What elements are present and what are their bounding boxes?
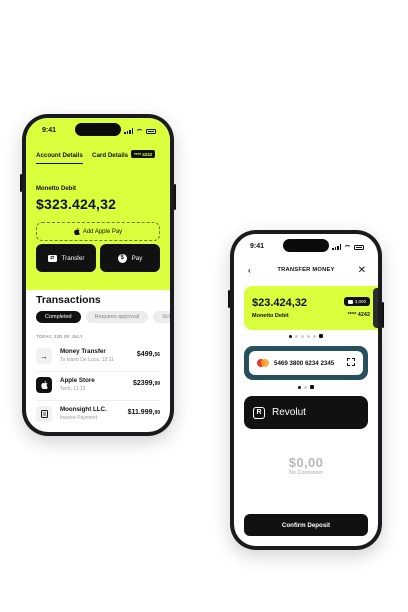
filter-scheduled[interactable]: Sch (153, 311, 170, 323)
mastercard-icon (257, 359, 269, 367)
add-apple-pay-button[interactable]: Add Apple Pay (36, 222, 160, 241)
status-time: 9:41 (42, 127, 57, 134)
document-icon (36, 406, 52, 422)
action-buttons: ⇄ Transfer $ Pay (36, 244, 160, 272)
screen: 9:41 Account Details Card Details **** 4… (26, 118, 170, 432)
source-card-name: Monetto Debit (252, 313, 289, 319)
amount-main: $11.999, (127, 409, 155, 416)
source-balance: $23.424,32 (252, 297, 308, 309)
destination-card-input[interactable]: 5469 3800 6234 2345 (249, 351, 363, 375)
filter-requires-approval[interactable]: Requires approval (85, 311, 149, 323)
account-name: Monetto Debit (36, 186, 76, 192)
pager-dot[interactable] (289, 334, 292, 338)
battery-icon (146, 128, 156, 134)
volume-button (20, 174, 22, 192)
amount-main: $499, (136, 351, 155, 358)
volume-button (228, 290, 230, 308)
amount-decimals: 99 (154, 410, 160, 416)
transaction-amount: $2399,99 (133, 380, 160, 387)
provider-card[interactable]: R Revolut (244, 396, 368, 429)
source-card-number: **** 4242 (347, 312, 370, 318)
pager-dot[interactable] (295, 334, 298, 338)
table-row[interactable]: Apple Store Tech, 11:12 $2399,99 (36, 372, 160, 401)
destination-card-number: 5469 3800 6234 2345 (274, 359, 335, 367)
commission-note: No Comission (288, 470, 324, 476)
pager-dot[interactable] (298, 385, 301, 389)
transactions-title: Transactions (36, 294, 101, 306)
pager-dot[interactable] (301, 334, 304, 338)
destination-card-pager (234, 385, 378, 389)
cashback-pill: 3,000 (343, 297, 370, 306)
amount-decimals: 99 (154, 381, 160, 387)
apple-icon (36, 377, 52, 393)
account-balance: $323.424,32 (36, 196, 117, 212)
power-button (174, 184, 176, 210)
amount-main: $2399, (133, 380, 155, 387)
dollar-icon: $ (117, 253, 127, 263)
signal-icon (332, 244, 341, 250)
power-button (382, 302, 384, 328)
source-card-pager (234, 334, 378, 338)
pay-label: Pay (131, 254, 143, 262)
transaction-amount: $11.999,99 (128, 409, 160, 416)
wallet-icon (347, 299, 353, 304)
signal-icon (124, 128, 133, 134)
apple-icon (74, 228, 80, 235)
dynamic-island (75, 123, 121, 136)
transaction-list: → Money Transfer To Ivano De Luca, 12:11… (36, 343, 160, 429)
pager-dot-active[interactable] (319, 334, 323, 338)
transaction-filters: Completed Requires approval Sch (36, 311, 170, 323)
transaction-sub: Tech, 11:12 (60, 386, 86, 392)
transaction-name: Moonsight LLC. (60, 406, 107, 413)
wifi-icon (136, 128, 143, 134)
pay-button[interactable]: $ Pay (100, 244, 160, 272)
next-card-peek[interactable] (373, 288, 378, 328)
provider-name: Revolut (272, 407, 306, 418)
dynamic-island (283, 239, 329, 252)
battery-icon (354, 244, 364, 250)
transfer-label: Transfer (61, 254, 85, 262)
pager-dot[interactable] (307, 334, 310, 338)
source-card[interactable]: $23.424,32 Monetto Debit 3,000 **** 4242 (244, 286, 378, 330)
amount-decimals: 56 (154, 352, 160, 358)
pill-value: 3,000 (354, 299, 366, 304)
account-tabs: Account Details Card Details **** 4242 (36, 150, 160, 166)
tab-account-details[interactable]: Account Details (36, 152, 83, 164)
filter-completed[interactable]: Completed (36, 311, 81, 323)
deposit-amount[interactable]: $0,00 (234, 455, 378, 470)
revolut-logo-icon: R (253, 406, 265, 419)
status-time: 9:41 (250, 243, 265, 250)
close-icon[interactable]: ✕ (358, 265, 366, 276)
apple-pay-label: Add Apple Pay (82, 228, 123, 235)
table-row[interactable]: → Money Transfer To Ivano De Luca, 12:11… (36, 343, 160, 372)
phone-account: 9:41 Account Details Card Details **** 4… (20, 114, 176, 436)
pager-dot[interactable] (313, 334, 316, 338)
transfer-button[interactable]: ⇄ Transfer (36, 244, 96, 272)
transaction-name: Money Transfer (60, 348, 106, 355)
transaction-sub: To Ivano De Luca, 12:11 (60, 357, 114, 363)
scan-icon[interactable] (347, 358, 355, 366)
pager-dot[interactable] (304, 385, 307, 389)
transaction-name: Apple Store (60, 377, 95, 384)
confirm-deposit-button[interactable]: Confirm Deposit (244, 514, 368, 536)
destination-card[interactable]: 5469 3800 6234 2345 (244, 346, 368, 380)
wifi-icon (344, 244, 351, 250)
status-icons (332, 244, 364, 250)
transaction-amount: $499,56 (137, 351, 160, 358)
transaction-sub: Invoice Payment (60, 415, 97, 421)
transfer-icon: ⇄ (47, 254, 57, 262)
pager-dot-active[interactable] (310, 385, 314, 389)
table-row[interactable]: Moonsight LLC. Invoice Payment $11.999,9… (36, 401, 160, 429)
status-icons (124, 128, 156, 134)
card-number-badge: **** 4242 (131, 150, 156, 158)
phone-transfer: 9:41 ‹ TRANSFER MONEY ✕ $23.424,32 Monet… (228, 230, 384, 550)
date-label: TODAY, 23D OF JULY (36, 334, 83, 339)
tab-card-details[interactable]: Card Details (92, 152, 128, 163)
screen: 9:41 ‹ TRANSFER MONEY ✕ $23.424,32 Monet… (234, 234, 378, 546)
arrow-right-icon: → (36, 348, 52, 364)
page-title: TRANSFER MONEY (277, 267, 335, 273)
transfer-header: ‹ TRANSFER MONEY ✕ (234, 265, 378, 278)
